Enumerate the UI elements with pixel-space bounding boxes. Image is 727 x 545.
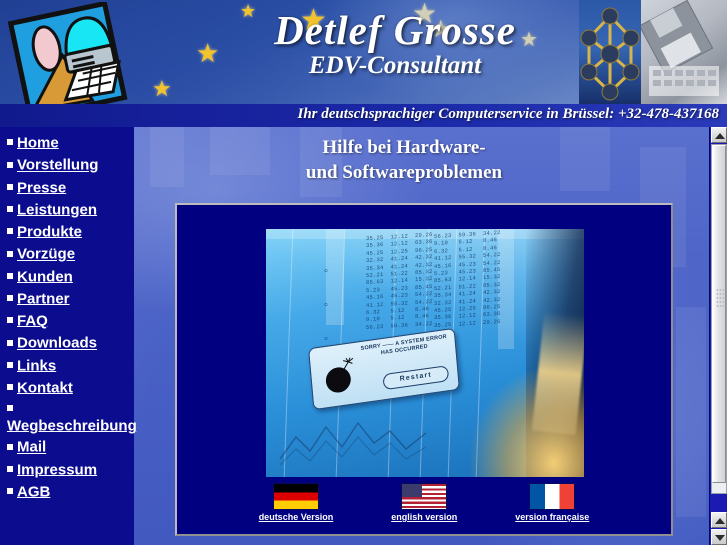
restart-button[interactable]: Restart	[382, 365, 450, 391]
bullet-icon	[7, 250, 13, 257]
sidebar-item-label: Leistungen	[17, 201, 98, 219]
sidebar-item-impressum[interactable]: Impressum	[0, 460, 134, 479]
atomium-photo	[579, 0, 641, 104]
sidebar-item-label: Home	[17, 134, 59, 152]
sidebar-item-produkte[interactable]: Produkte	[0, 222, 134, 241]
bullet-icon	[7, 317, 13, 324]
bullet-icon	[7, 488, 13, 495]
bullet-icon	[7, 183, 13, 190]
bullet-icon	[7, 295, 13, 302]
sidebar-nav: Home Vorstellung Presse Leistungen Produ…	[0, 127, 137, 545]
page-title: Hilfe bei Hardware- und Softwareprobleme…	[134, 135, 674, 185]
german-flag-icon	[272, 483, 319, 510]
keyboard-floppy-photo	[641, 0, 727, 104]
scrollbar-thumb[interactable]	[712, 145, 726, 483]
sidebar-item-label: Partner	[17, 290, 70, 308]
language-label: version française	[515, 512, 590, 522]
sidebar-item-label: Mail	[17, 438, 47, 456]
bullet-icon	[7, 361, 13, 368]
hero-photo: 35.25 12.12 29.26 35.36 12.12 63.36 45.2…	[266, 229, 584, 477]
sidebar-item-label: FAQ	[17, 312, 48, 330]
floppy-keyboard-icon	[641, 0, 719, 96]
page-title-line1: Hilfe bei Hardware-	[322, 137, 486, 158]
bullet-icon	[7, 206, 13, 213]
vertical-scrollbar[interactable]	[709, 127, 727, 545]
sidebar-item-home[interactable]: Home	[0, 133, 134, 152]
spreadsheet-numbers: 35.25 12.12 29.26 35.36 12.12 63.36 45.2…	[366, 230, 433, 331]
brand-name: Detlef Grosse	[274, 7, 516, 53]
sidebar-item-label: Links	[17, 356, 57, 374]
bullet-icon	[7, 465, 13, 472]
sidebar-item-agb[interactable]: AGB	[0, 482, 134, 501]
brand-subtitle: EDV-Consultant	[308, 52, 482, 79]
sidebar-item-mail[interactable]: Mail	[0, 437, 134, 456]
sidebar-item-kontakt[interactable]: Kontakt	[0, 378, 134, 397]
bullet-icon	[7, 139, 13, 146]
computer-logo-icon	[7, 0, 128, 104]
spreadsheet-numbers: 56.23 59.36 34.22 9.10 5.12 8.46 6.32 5.…	[434, 229, 501, 329]
sidebar-item-vorzuege[interactable]: Vorzüge	[0, 244, 134, 263]
sidebar-item-label: Vorzüge	[17, 245, 76, 263]
sidebar-item-label: Downloads	[17, 334, 98, 352]
bullet-icon	[7, 384, 13, 391]
sidebar-item-label: Vorstellung	[17, 156, 99, 174]
bullet-icon	[7, 272, 13, 279]
triangle-up-icon	[715, 518, 725, 524]
bomb-fuse-icon	[342, 357, 354, 371]
sidebar-item-downloads[interactable]: Downloads	[0, 333, 134, 352]
language-link-fr[interactable]: version française	[515, 483, 589, 522]
language-switcher: deutsche Version english version version…	[177, 483, 671, 522]
sidebar-item-label: Kontakt	[17, 379, 73, 397]
scrollbar-grip-icon	[716, 288, 724, 308]
bullet-icon	[7, 339, 13, 346]
language-label: deutsche Version	[258, 512, 334, 522]
brand-block: Detlef Grosse EDV-Consultant	[215, 6, 575, 80]
content-panel: 35.25 12.12 29.26 35.36 12.12 63.36 45.2…	[175, 203, 673, 536]
bullet-icon	[7, 405, 13, 412]
scroll-up-button[interactable]	[711, 127, 727, 143]
sidebar-item-label: Wegbeschreibung	[7, 417, 137, 435]
system-error-dialog: SORRY —— A SYSTEM ERROR HAS OCCURRED Res…	[308, 327, 460, 411]
body-area: Home Vorstellung Presse Leistungen Produ…	[0, 127, 727, 545]
sidebar-item-presse[interactable]: Presse	[0, 178, 134, 197]
main-content: Hilfe bei Hardware- und Softwareprobleme…	[134, 127, 727, 545]
sidebar-item-wegbeschreibung[interactable]: Wegbeschreibung	[0, 400, 137, 435]
sidebar-item-kunden[interactable]: Kunden	[0, 267, 134, 286]
sidebar-item-faq[interactable]: FAQ	[0, 311, 134, 330]
triangle-up-icon	[715, 133, 725, 139]
scroll-up-button-bottom[interactable]	[711, 512, 727, 528]
bullet-icon	[7, 161, 13, 168]
sidebar-item-vorstellung[interactable]: Vorstellung	[0, 155, 134, 174]
sidebar-item-label: Produkte	[17, 223, 83, 241]
sidebar-item-label: AGB	[17, 483, 51, 501]
page-root: ★ ★ ★ ★ ★ ★ ★ Detlef Grosse EDV-Consulta…	[0, 0, 727, 545]
system-error-text: SORRY —— A SYSTEM ERROR HAS OCCURRED	[360, 333, 448, 357]
scroll-down-button[interactable]	[711, 529, 727, 545]
usa-flag-icon	[401, 483, 448, 510]
french-flag-icon	[529, 483, 576, 510]
sidebar-item-links[interactable]: Links	[0, 356, 134, 375]
atomium-icon	[580, 7, 640, 101]
bullet-icon	[7, 443, 13, 450]
sidebar-item-label: Presse	[17, 178, 67, 196]
triangle-down-icon	[715, 535, 725, 541]
tagline-text: Ihr deutschsprachiger Computerservice in…	[297, 106, 720, 122]
site-header: ★ ★ ★ ★ ★ ★ ★ Detlef Grosse EDV-Consulta…	[0, 0, 727, 104]
sidebar-item-partner[interactable]: Partner	[0, 289, 134, 308]
sidebar-item-label: Impressum	[17, 460, 98, 478]
photo-chart-line	[279, 421, 427, 466]
page-title-line2: und Softwareproblemen	[305, 162, 503, 183]
language-link-en[interactable]: english version	[391, 483, 457, 522]
language-link-de[interactable]: deutsche Version	[258, 483, 334, 522]
sidebar-item-label: Kunden	[17, 267, 73, 285]
tagline-bar: Ihr deutschsprachiger Computerservice in…	[0, 104, 727, 127]
eu-star-icon: ★	[152, 76, 172, 101]
scrollbar-track[interactable]	[711, 144, 727, 494]
site-logo[interactable]	[6, 0, 134, 104]
language-label: english version	[391, 512, 458, 522]
bullet-icon	[7, 228, 13, 235]
sidebar-item-leistungen[interactable]: Leistungen	[0, 200, 134, 219]
